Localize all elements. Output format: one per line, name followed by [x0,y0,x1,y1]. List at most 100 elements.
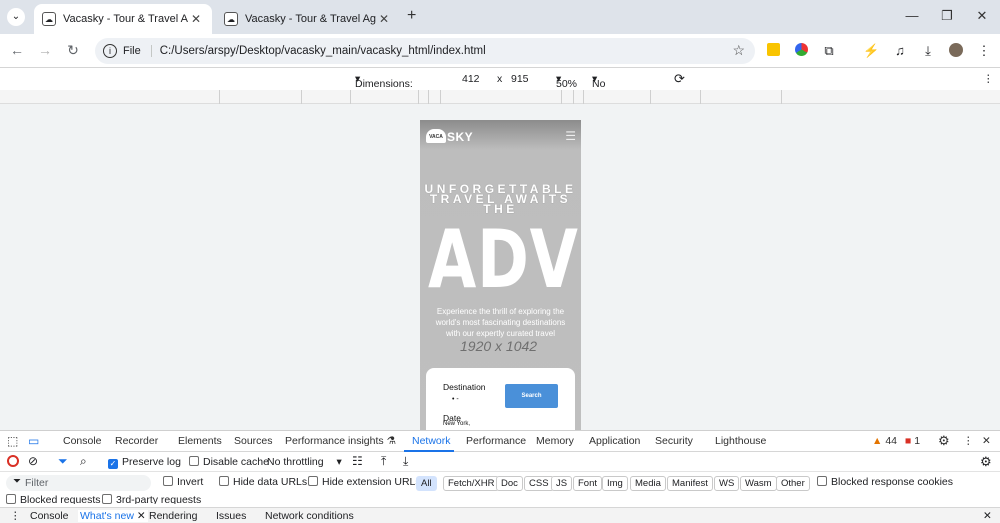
invert-label: Invert [177,476,204,488]
device-toolbar-menu-icon[interactable]: ⋮ [983,73,994,85]
download-icon[interactable]: ⤓ [920,43,936,59]
type-filter-fetch-xhr[interactable]: Fetch/XHR [443,476,500,491]
extension-yellow-icon[interactable] [765,43,781,59]
bookmark-star-icon[interactable]: ☆ [732,42,745,59]
minimize-button[interactable]: — [902,8,922,23]
drawer-tab-console[interactable]: Console [30,510,69,522]
tab-title: Vacasky - Tour & Travel Agency [63,13,188,25]
performance-icon[interactable]: ⚡ [863,43,879,59]
import-har-icon[interactable]: ⤒ [381,454,386,469]
hide-data-urls-checkbox[interactable]: Hide data URLs [219,476,307,488]
blocked-response-cookies-checkbox[interactable]: Blocked response cookies [817,476,953,488]
media-query-ruler[interactable] [0,90,1000,104]
type-filter-css[interactable]: CSS [524,476,554,491]
type-filter-wasm[interactable]: Wasm [740,476,777,491]
network-settings-icon[interactable]: ⚙ [980,454,992,470]
forward-button[interactable]: → [36,42,54,58]
close-window-button[interactable]: ✕ [972,8,992,24]
close-drawer-tab-icon[interactable]: ✕ [137,510,146,522]
drawer-tab-network-conditions[interactable]: Network conditions [265,510,354,522]
hide-extension-urls-checkbox[interactable]: Hide extension URLs [308,476,421,488]
device-height-input[interactable]: 915 [511,73,529,85]
settings-gear-icon[interactable]: ⚙ [938,433,950,449]
device-toggle-icon[interactable]: ▭ [28,434,39,448]
extension-color-icon[interactable] [793,43,809,59]
tab-vacasky-inactive[interactable]: ☁ Vacasky - Tour & Travel Agency ✕ [216,4,400,34]
zoom-select[interactable]: 50% ▾ [556,73,577,90]
type-filter-js[interactable]: JS [551,476,573,491]
site-logo-text[interactable]: SKY [447,130,473,144]
record-stop-icon[interactable] [7,455,19,467]
hamburger-menu-icon[interactable]: ☰ [565,129,576,143]
browser-menu-icon[interactable]: ⋮ [976,43,992,59]
type-filter-img[interactable]: Img [602,476,628,491]
errors-count: 1 [914,435,921,447]
tab-network[interactable]: Network [412,435,451,447]
network-throttling-select[interactable]: No throttling ▾ [267,456,342,468]
tab-application[interactable]: Application [589,435,640,447]
site-info-icon[interactable]: i [103,44,117,58]
new-tab-button[interactable]: + [407,7,416,25]
reload-button[interactable]: ↻ [64,42,82,59]
errors-counter[interactable]: ■ 1 [905,435,920,447]
close-devtools-icon[interactable]: ✕ [982,435,991,447]
back-button[interactable]: ← [8,42,26,58]
tab-strip: ⌄ ☁ Vacasky - Tour & Travel Agency ✕ ☁ V… [0,0,1000,34]
close-tab-icon[interactable]: ✕ [188,12,204,26]
clear-icon[interactable]: ⊘ [28,454,38,468]
tab-search-button[interactable]: ⌄ [7,8,25,26]
invert-checkbox[interactable]: Invert [163,476,203,488]
filter-funnel-icon[interactable]: ⏷ [58,454,68,469]
devtools-menu-icon[interactable]: ⋮ [963,435,974,447]
search-button[interactable]: Search [505,384,558,408]
device-throttling-select[interactable]: No throttling ▾ [592,73,632,102]
tab-elements[interactable]: Elements [178,435,222,447]
type-filter-font[interactable]: Font [573,476,603,491]
tab-console[interactable]: Console [63,435,102,447]
url-text[interactable]: C:/Users/arspy/Desktop/vacasky_main/vaca… [160,45,486,57]
filter-icon: ⏷ [13,476,21,487]
third-party-requests-checkbox[interactable]: 3rd-party requests [102,494,201,504]
device-dimensions-select[interactable]: Dimensions: Pixel 7 ▾ [355,73,413,102]
export-har-icon[interactable]: ⤓ [403,454,408,469]
drawer-tab-whats-new[interactable]: What's new ✕ [78,510,148,522]
blocked-requests-checkbox[interactable]: Blocked requests [6,494,101,504]
profile-avatar[interactable] [948,43,964,59]
tab-vacasky-active[interactable]: ☁ Vacasky - Tour & Travel Agency ✕ [34,4,212,34]
type-filter-doc[interactable]: Doc [496,476,523,491]
drawer-menu-icon[interactable]: ⋮ [10,510,21,522]
preserve-log-checkbox[interactable]: ✓ Preserve log [108,456,181,469]
inspect-element-icon[interactable]: ⬚ [7,434,18,448]
drawer-tab-rendering[interactable]: Rendering [149,510,197,522]
close-tab-icon[interactable]: ✕ [376,12,392,26]
address-bar[interactable]: i File C:/Users/arspy/Desktop/vacasky_ma… [95,38,755,64]
type-filter-ws[interactable]: WS [714,476,740,491]
drawer-tab-issues[interactable]: Issues [216,510,246,522]
device-width-input[interactable]: 412 [462,73,480,85]
tab-lighthouse[interactable]: Lighthouse [715,435,766,447]
close-drawer-icon[interactable]: ✕ [983,510,992,522]
media-icon[interactable]: ♫ [892,43,908,59]
restore-button[interactable]: ❐ [937,8,957,24]
type-filter-all[interactable]: All [416,476,437,491]
tab-security[interactable]: Security [655,435,693,447]
destination-select[interactable]: • - [452,396,459,403]
tab-memory[interactable]: Memory [536,435,574,447]
type-filter-media[interactable]: Media [630,476,666,491]
rotate-icon[interactable]: ⟳ [674,71,685,87]
type-filter-manifest[interactable]: Manifest [667,476,713,491]
type-filter-other[interactable]: Other [776,476,810,491]
filter-input[interactable]: ⏷ Filter [6,475,151,491]
warnings-counter[interactable]: ▲ 44 [872,435,897,447]
network-throttling-label: No throttling [267,456,324,468]
browser-toolbar: ← → ↻ i File C:/Users/arspy/Desktop/vaca… [0,34,1000,68]
tab-performance[interactable]: Performance [466,435,526,447]
site-logo-badge[interactable]: VACA [426,129,446,143]
tab-recorder[interactable]: Recorder [115,435,158,447]
network-conditions-icon[interactable]: ☷ [352,454,363,468]
extensions-puzzle-icon[interactable]: ⧉ [821,43,837,59]
disable-cache-checkbox[interactable]: Disable cache [189,456,269,468]
tab-sources[interactable]: Sources [234,435,273,447]
search-icon[interactable]: ⌕ [80,454,87,469]
tab-performance-insights[interactable]: Performance insights ⚗ [285,435,396,447]
